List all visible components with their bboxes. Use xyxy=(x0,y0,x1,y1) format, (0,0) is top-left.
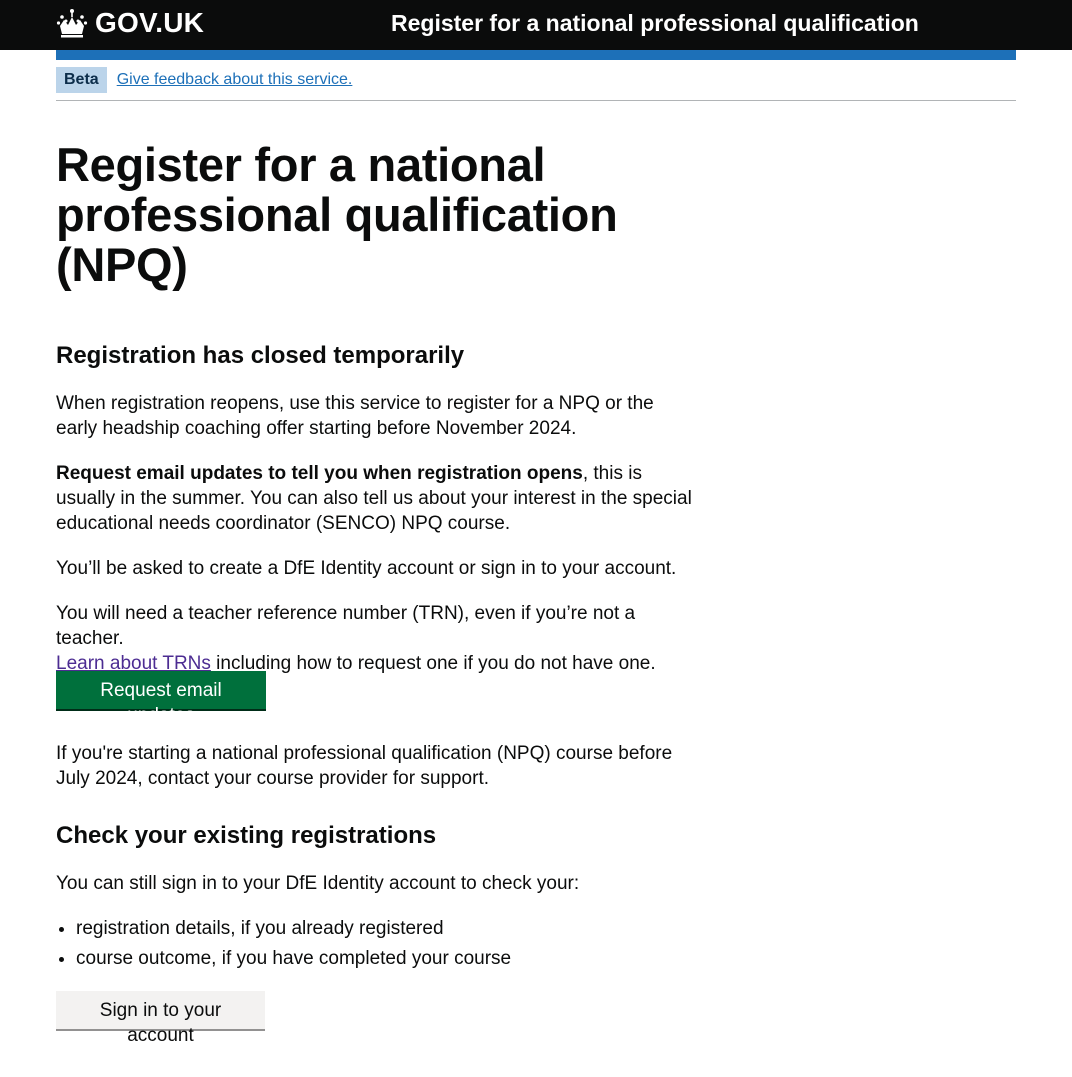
site-header: GOV.UK Register for a national professio… xyxy=(0,0,1072,50)
service-name-link[interactable]: Register for a national professional qua… xyxy=(391,10,919,37)
govuk-logo-link[interactable]: GOV.UK xyxy=(56,6,204,40)
crown-icon xyxy=(56,9,88,38)
sign-in-button[interactable]: Sign in to your account xyxy=(56,991,265,1046)
request-email-updates-button[interactable]: Request email updates xyxy=(56,671,266,726)
page-title: Register for a national professional qua… xyxy=(56,138,618,291)
check-registrations-heading: Check your existing registrations xyxy=(56,822,437,849)
trn-text: You will need a teacher reference number… xyxy=(56,603,636,649)
govuk-logo-text: GOV.UK xyxy=(95,7,205,38)
reopen-paragraph: When registration reopens, use this serv… xyxy=(56,393,654,439)
email-updates-emphasis: Request email updates to tell you when r… xyxy=(56,463,583,484)
trn-after-text: including how to request one if you do n… xyxy=(210,653,656,674)
identity-account-paragraph: You’ll be asked to create a DfE Identity… xyxy=(56,558,677,579)
phase-banner: Beta Give feedback about this service. xyxy=(56,67,1016,101)
phase-banner-text: Give feedback about this service. xyxy=(117,67,353,93)
header-blue-bar xyxy=(56,50,1016,60)
main-content: Register for a national professional qua… xyxy=(56,138,696,1046)
sign-in-check-paragraph: You can still sign in to your DfE Identi… xyxy=(56,873,580,894)
check-list: registration details, if you already reg… xyxy=(76,916,696,976)
feedback-link[interactable]: Give feedback about this service. xyxy=(117,71,353,88)
registration-closed-heading: Registration has closed temporarily xyxy=(56,342,465,369)
email-updates-paragraph: Request email updates to tell you when r… xyxy=(56,461,696,536)
beta-tag: Beta xyxy=(56,67,107,93)
list-item: course outcome, if you have completed yo… xyxy=(76,946,696,971)
starting-course-paragraph: If you're starting a national profession… xyxy=(56,743,673,789)
list-item: registration details, if you already reg… xyxy=(76,916,696,941)
trn-paragraph: You will need a teacher reference number… xyxy=(56,601,696,676)
